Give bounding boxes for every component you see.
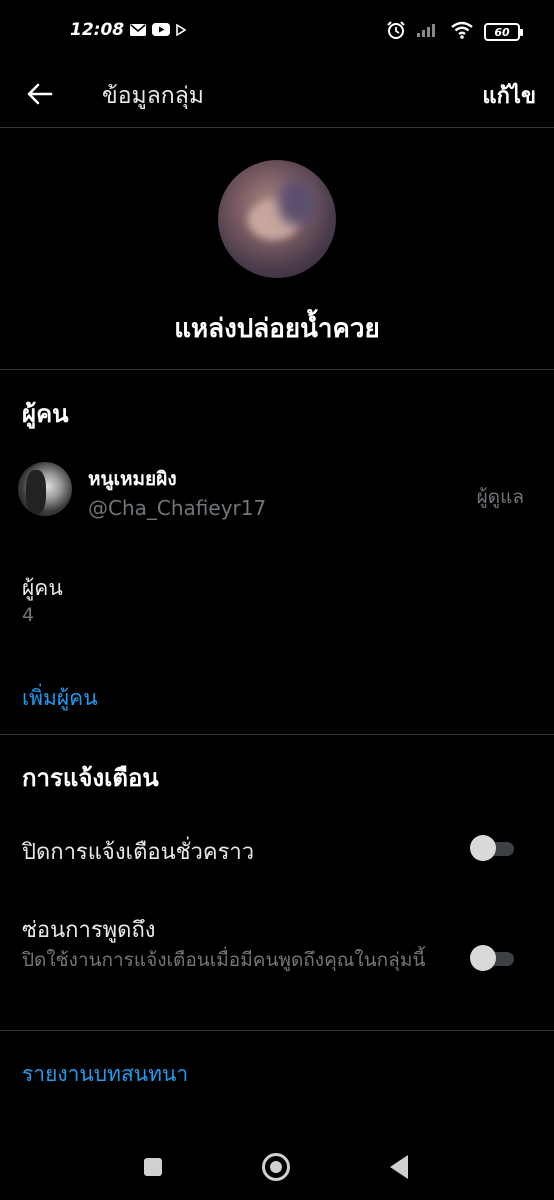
- people-count-value: 4: [22, 604, 35, 626]
- system-back-button[interactable]: [390, 1155, 408, 1179]
- status-right: 60: [386, 20, 523, 44]
- top-app-bar: ข้อมูลกลุ่ม แก้ไข: [0, 62, 554, 128]
- battery-icon: 60: [484, 23, 523, 41]
- group-header: แหล่งปล่อยน้ำควย: [0, 130, 554, 370]
- member-role-badge: ผู้ดูแล: [476, 486, 524, 508]
- system-nav-bar: [0, 1138, 554, 1200]
- arrow-left-icon: [27, 83, 53, 105]
- people-count-label[interactable]: ผู้คน: [22, 572, 63, 605]
- people-section-title: ผู้คน: [22, 400, 69, 428]
- add-people-link[interactable]: เพิ่มผู้คน: [22, 682, 98, 715]
- section-divider: [0, 734, 554, 735]
- status-left: 12:08: [70, 20, 187, 40]
- member-row[interactable]: หนูเหมยผิง @Cha_Chafieyr17 ผู้ดูแล: [0, 456, 554, 526]
- avatar-detail: [26, 470, 46, 514]
- group-name: แหล่งปล่อยน้ำควย: [174, 314, 380, 344]
- recents-button[interactable]: [144, 1158, 162, 1176]
- status-time: 12:08: [70, 20, 125, 40]
- toggle-knob: [470, 835, 496, 861]
- hide-mentions-description: ปิดใช้งานการแจ้งเตือนเมื่อมีคนพูดถึงคุณใ…: [22, 949, 426, 971]
- member-name: หนูเหมยผิง: [88, 468, 177, 490]
- hide-mentions-toggle[interactable]: [470, 944, 516, 972]
- home-button[interactable]: [262, 1153, 290, 1181]
- member-avatar[interactable]: [18, 462, 72, 516]
- toggle-knob: [470, 945, 496, 971]
- hide-mentions-label: ซ่อนการพูดถึง: [22, 918, 156, 943]
- section-divider: [0, 1030, 554, 1031]
- wifi-icon: [450, 21, 474, 43]
- snooze-notifications-toggle[interactable]: [470, 834, 516, 862]
- member-handle: @Cha_Chafieyr17: [88, 496, 267, 520]
- avatar-blur-shape: [278, 180, 318, 226]
- mail-icon: [130, 21, 147, 40]
- status-bar: 12:08 60: [0, 0, 554, 62]
- snooze-notifications-label: ปิดการแจ้งเตือนชั่วคราว: [22, 840, 255, 865]
- youtube-icon: [152, 21, 171, 40]
- alarm-icon: [386, 20, 406, 44]
- page-title: ข้อมูลกลุ่ม: [102, 83, 204, 109]
- notifications-section-title: การแจ้งเตือน: [22, 764, 159, 792]
- report-conversation-link[interactable]: รายงานบทสนทนา: [22, 1058, 188, 1091]
- edit-button[interactable]: แก้ไข: [482, 78, 536, 113]
- signal-icon: [416, 22, 440, 42]
- back-button[interactable]: [22, 76, 58, 112]
- play-store-icon: [176, 21, 187, 40]
- group-avatar[interactable]: [218, 160, 336, 278]
